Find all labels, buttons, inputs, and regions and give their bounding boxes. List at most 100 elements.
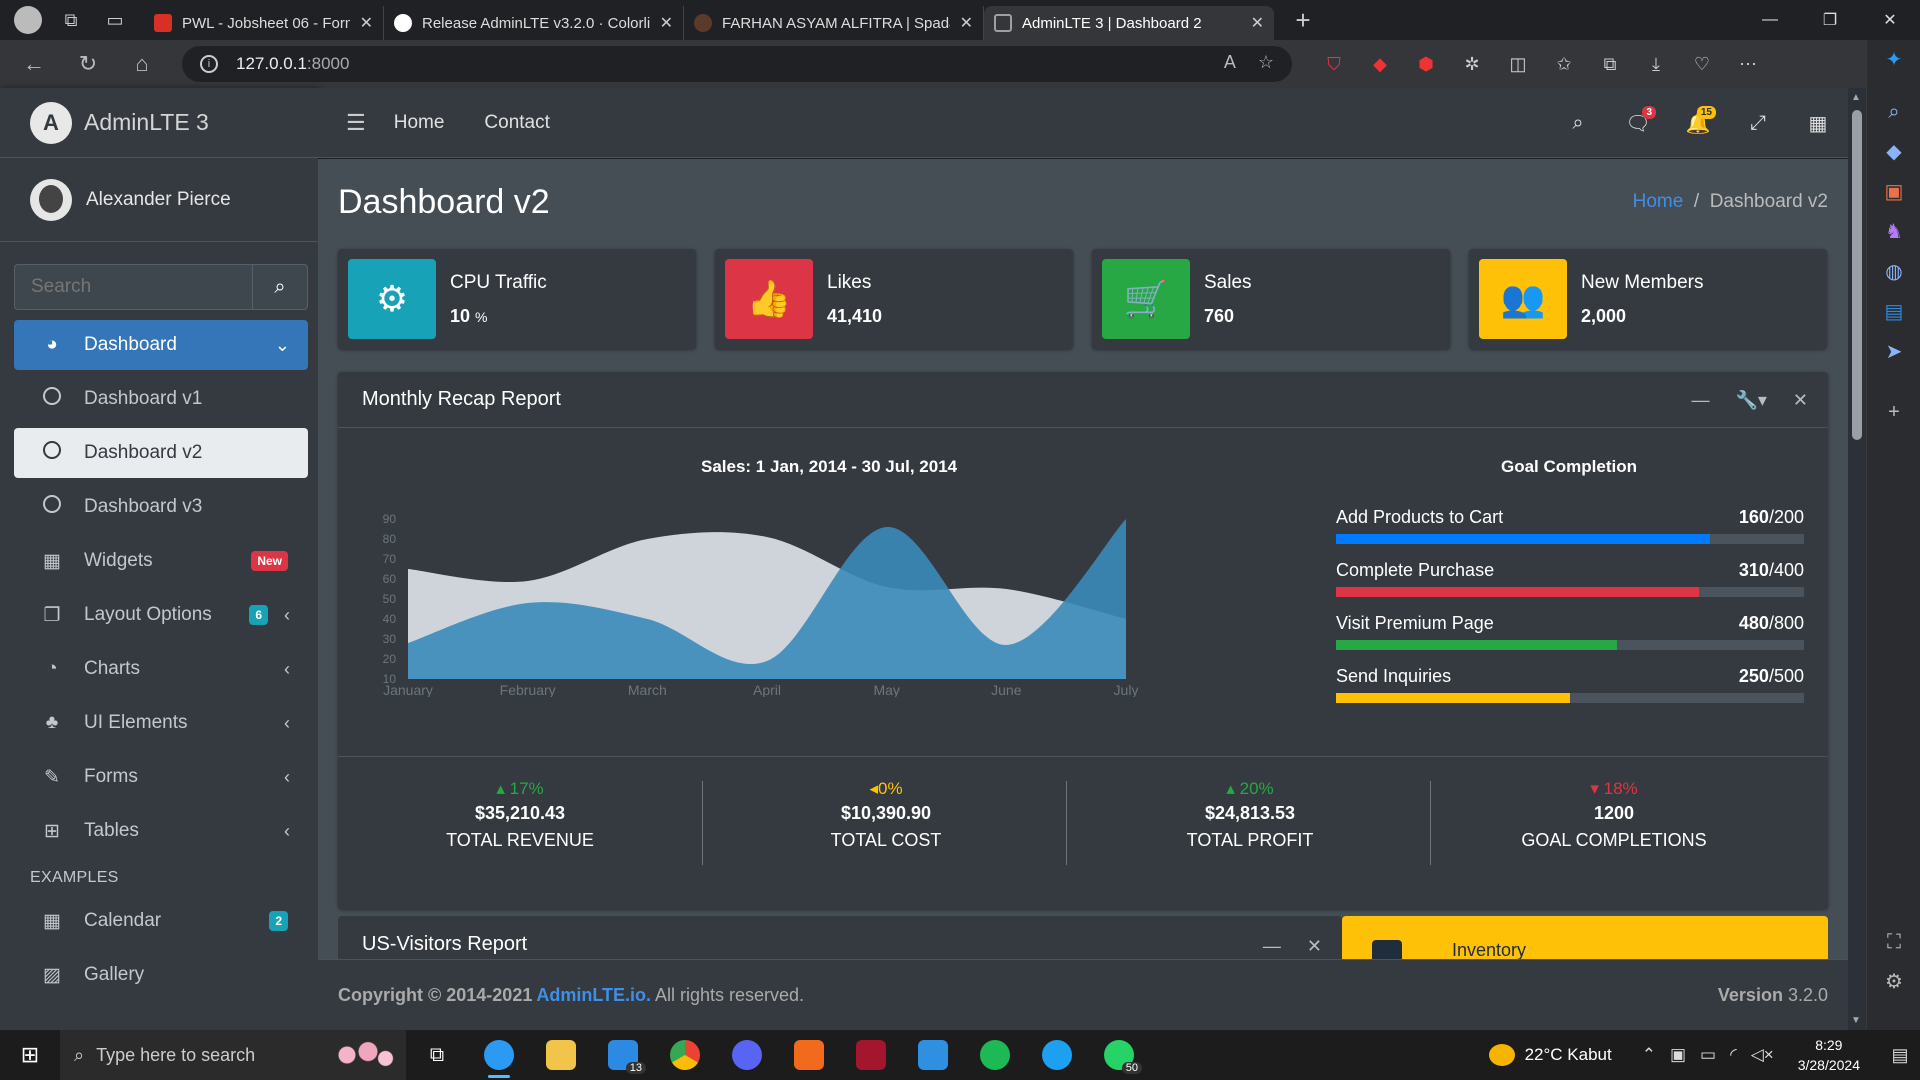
split-screen-icon[interactable]: ◫ xyxy=(1500,46,1536,82)
adblock-icon[interactable]: ⬢ xyxy=(1408,46,1444,82)
sidebar-item-tables[interactable]: ⊞ Tables ‹ xyxy=(14,806,308,856)
file-explorer-icon[interactable] xyxy=(530,1030,592,1080)
sidebar-item-dashboard-v2[interactable]: Dashboard v2 xyxy=(14,428,308,478)
extensions-icon[interactable]: ✲ xyxy=(1454,46,1490,82)
sidebar-item-layout-options[interactable]: ❐ Layout Options 6 ‹ xyxy=(14,590,308,640)
sidebar-item-calendar[interactable]: ▦ Calendar 2 xyxy=(14,896,308,946)
nav-link-contact[interactable]: Contact xyxy=(484,112,549,134)
discord-icon[interactable] xyxy=(716,1030,778,1080)
vscode-icon[interactable] xyxy=(902,1030,964,1080)
pocket-icon[interactable]: ⛉ xyxy=(1316,46,1352,82)
new-tab-icon[interactable]: + xyxy=(1288,5,1318,35)
whatsapp-icon[interactable]: 50 xyxy=(1088,1030,1150,1080)
collapse-icon[interactable]: — xyxy=(1263,936,1281,957)
collections-icon[interactable]: ⧉ xyxy=(1592,46,1628,82)
meet-icon[interactable]: ▣ xyxy=(1670,1045,1686,1065)
close-icon[interactable]: ✕ xyxy=(1307,936,1322,957)
search-icon[interactable]: ⌕ xyxy=(252,264,308,310)
sidebar-item-charts[interactable]: ◔ Charts ‹ xyxy=(14,644,308,694)
sidebar-item-dashboard[interactable]: ◕ Dashboard ⌄ xyxy=(14,320,308,370)
breadcrumb-home[interactable]: Home xyxy=(1633,191,1684,212)
browser-tab-1[interactable]: PWL - Jobsheet 06 - Form Valida ✕ xyxy=(144,6,384,40)
shopping-icon[interactable]: ◆ xyxy=(1867,132,1920,172)
messages-icon[interactable]: 🗨 3 xyxy=(1608,88,1668,158)
browser-tab-3[interactable]: FARHAN ASYAM ALFITRA | Spada ✕ xyxy=(684,6,984,40)
brand-link[interactable]: A AdminLTE 3 xyxy=(0,88,318,158)
close-tab-icon[interactable]: ✕ xyxy=(360,13,373,33)
control-sidebar-icon[interactable]: ▦ xyxy=(1788,88,1848,158)
chrome-icon[interactable] xyxy=(654,1030,716,1080)
close-tab-icon[interactable]: ✕ xyxy=(960,13,973,33)
copilot-icon[interactable]: ✦ xyxy=(1867,40,1920,80)
browser-tab-2[interactable]: Release AdminLTE v3.2.0 · Colorli ✕ xyxy=(384,6,684,40)
screenshot-icon[interactable]: ⛶ xyxy=(1867,922,1920,962)
windows-start-icon[interactable]: ⊞ xyxy=(0,1030,60,1080)
browser-tab-4[interactable]: AdminLTE 3 | Dashboard 2 ✕ xyxy=(984,6,1274,40)
wrench-dropdown-icon[interactable]: 🔧▾ xyxy=(1735,390,1766,411)
menu-toggle-icon[interactable]: ☰ xyxy=(346,110,366,136)
minimize-icon[interactable]: — xyxy=(1740,0,1800,40)
mendeley-icon[interactable] xyxy=(840,1030,902,1080)
page-scrollbar[interactable]: ▲ ▼ xyxy=(1848,88,1866,1030)
favorites-icon[interactable]: ✩ xyxy=(1546,46,1582,82)
tools-icon[interactable]: ▣ xyxy=(1867,172,1920,212)
scroll-down-icon[interactable]: ▼ xyxy=(1851,1015,1861,1026)
edge-app-icon[interactable] xyxy=(468,1030,530,1080)
adminlte-link[interactable]: AdminLTE.io. xyxy=(536,985,651,1006)
sidebar-item-gallery[interactable]: ▨ Gallery xyxy=(14,950,308,1000)
clock[interactable]: 8:29 3/28/2024 xyxy=(1798,1035,1860,1075)
fullscreen-icon[interactable]: ⤢ xyxy=(1728,88,1788,158)
task-view-icon[interactable]: ⧉ xyxy=(406,1030,468,1080)
extension-red-icon[interactable]: ◆ xyxy=(1362,46,1398,82)
read-aloud-icon[interactable]: A xyxy=(1224,52,1236,73)
wifi-icon[interactable]: ◜ xyxy=(1730,1045,1737,1065)
volume-icon[interactable]: ◁× xyxy=(1751,1045,1774,1065)
sidebar-search-input[interactable] xyxy=(14,264,252,310)
profile-avatar[interactable] xyxy=(14,6,42,34)
reload-icon[interactable]: ↻ xyxy=(68,44,108,84)
user-name[interactable]: Alexander Pierce xyxy=(86,189,231,211)
close-tab-icon[interactable]: ✕ xyxy=(1251,13,1264,33)
office-icon[interactable]: ◍ xyxy=(1867,252,1920,292)
chevron-up-icon[interactable]: ⌃ xyxy=(1642,1045,1656,1065)
close-window-icon[interactable]: ✕ xyxy=(1860,0,1920,40)
settings-icon[interactable]: ⚙ xyxy=(1867,962,1920,1002)
battery-icon[interactable]: ▭ xyxy=(1700,1045,1716,1065)
scroll-thumb[interactable] xyxy=(1852,110,1862,440)
sidebar-item-widgets[interactable]: ▦ Widgets New xyxy=(14,536,308,586)
back-icon[interactable]: ← xyxy=(14,44,54,84)
scroll-up-icon[interactable]: ▲ xyxy=(1851,92,1861,103)
favorite-star-icon[interactable]: ☆ xyxy=(1258,52,1274,73)
taskbar-search[interactable]: ⌕ Type here to search xyxy=(60,1030,406,1080)
sidebar-item-forms[interactable]: ✎ Forms ‹ xyxy=(14,752,308,802)
notification-center-icon[interactable]: ▤ xyxy=(1880,1045,1920,1066)
sidebar-item-dashboard-v1[interactable]: Dashboard v1 xyxy=(14,374,308,424)
user-panel[interactable]: Alexander Pierce xyxy=(0,158,318,242)
close-icon[interactable]: ✕ xyxy=(1793,390,1808,411)
collapse-icon[interactable]: — xyxy=(1691,390,1709,411)
close-tab-icon[interactable]: ✕ xyxy=(660,13,673,33)
performance-icon[interactable]: ♡ xyxy=(1684,46,1720,82)
add-app-icon[interactable]: + xyxy=(1867,392,1920,432)
tab-actions-icon[interactable]: ▭ xyxy=(100,5,130,35)
site-info-icon[interactable]: i xyxy=(200,55,218,73)
maximize-icon[interactable]: ❐ xyxy=(1800,0,1860,40)
app-blue-icon[interactable] xyxy=(1026,1030,1088,1080)
workspaces-icon[interactable]: ⧉ xyxy=(56,5,86,35)
downloads-icon[interactable]: ⤓ xyxy=(1638,46,1674,82)
send-icon[interactable]: ➤ xyxy=(1867,332,1920,372)
sidebar-item-ui-elements[interactable]: ♣ UI Elements ‹ xyxy=(14,698,308,748)
orange-app-icon[interactable] xyxy=(778,1030,840,1080)
mail-app-icon[interactable]: 13 xyxy=(592,1030,654,1080)
home-icon[interactable]: ⌂ xyxy=(122,44,162,84)
nav-link-home[interactable]: Home xyxy=(394,112,445,134)
navbar-search-icon[interactable]: ⌕ xyxy=(1548,88,1608,158)
games-icon[interactable]: ♞ xyxy=(1867,212,1920,252)
spotify-icon[interactable] xyxy=(964,1030,1026,1080)
weather-widget[interactable]: 22°C Kabut xyxy=(1488,1044,1612,1066)
sidebar-item-dashboard-v3[interactable]: Dashboard v3 xyxy=(14,482,308,532)
search-icon[interactable]: ⌕ xyxy=(1867,92,1920,132)
address-bar[interactable]: i 127.0.0.1:8000 A ☆ xyxy=(182,46,1292,82)
more-options-icon[interactable]: ⋯ xyxy=(1730,46,1766,82)
outlook-icon[interactable]: ▤ xyxy=(1867,292,1920,332)
